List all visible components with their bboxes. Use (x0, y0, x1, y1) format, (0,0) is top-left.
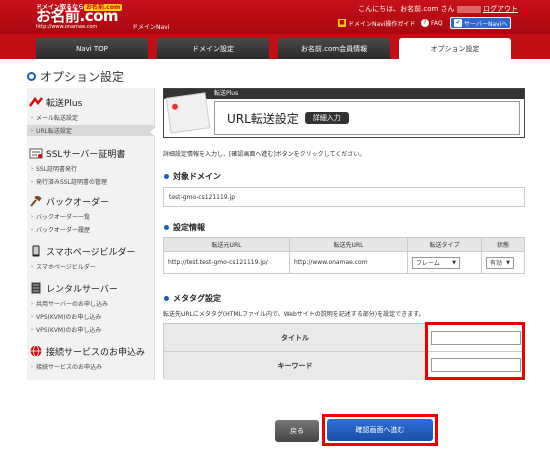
book-icon: ■ (338, 19, 346, 27)
arrow-right-icon: › (31, 363, 33, 370)
sidebar-section-rental-server[interactable]: レンタルサーバー (27, 280, 155, 296)
transfer-type-cell: フレーム ▼ (407, 251, 482, 274)
banner-title-box: URL転送設定 詳細入力 (214, 101, 520, 135)
col-dest-url: 転送先URL (289, 237, 408, 252)
masked-username (456, 5, 481, 13)
arrow-right-icon: › (31, 300, 33, 307)
arrow-right-icon: › (31, 213, 33, 220)
confirm-button[interactable]: 確認画面へ進む (327, 419, 433, 441)
section-title-domain: 対象ドメイン (164, 171, 221, 182)
server-navi-button[interactable]: ✔ サーバーNaviへ (450, 17, 512, 29)
table-row: http://test.test-gmo-cs121119.jp/ http:/… (163, 251, 525, 274)
bullet-icon (164, 296, 169, 301)
meta-title-label: タイトル (164, 324, 426, 352)
arrow-right-icon: › (31, 127, 33, 134)
section-title-settings: 設定情報 (164, 222, 205, 233)
logout-link[interactable]: ログアウト (483, 5, 518, 13)
app-name: ドメインNavi (132, 24, 170, 31)
intro-text: 詳細設定情報を入力し、[確認画面へ進む]ボタンをクリックしてください。 (163, 151, 366, 158)
user-greeting: こんにちは、お名前.com さん ログアウト (358, 5, 518, 13)
gavel-icon (29, 195, 43, 207)
bullet-icon (164, 225, 169, 230)
logo-url: http://www.onamae.com (36, 24, 98, 30)
logo[interactable]: お名前.com (36, 8, 119, 24)
sidebar-item-vps-1[interactable]: › VPS(KVM)のお申し込み (31, 311, 155, 322)
meta-keyword-label: キーワード (164, 352, 426, 380)
col-status: 状態 (481, 237, 525, 252)
arrow-right-icon: › (31, 263, 33, 270)
transfer-arrow-icon (29, 97, 43, 107)
main-nav: Navi TOP ドメイン設定 お名前.com会員情報 オプション設定 (0, 34, 550, 59)
transfer-type-select[interactable]: フレーム ▼ (412, 256, 460, 269)
section-title-meta: メタタグ設定 (164, 293, 221, 304)
sidebar-item-shared-server[interactable]: › 共用サーバーのお申し込み (31, 298, 155, 309)
arrow-right-icon: › (31, 178, 33, 185)
site-header: ドメイン取るなら お名前.com お名前.com http://www.onama… (0, 0, 550, 34)
sidebar-item-ssl-manage[interactable]: › 発行済みSSL証明書の管理 (31, 176, 155, 187)
sidebar-section-backorder[interactable]: バックオーダー (27, 193, 155, 209)
faq-button[interactable]: ? FAQ (418, 17, 446, 29)
feature-banner: 転送Plus URL転送設定 詳細入力 (163, 88, 525, 138)
dest-url-cell: http://www.onamae.com (289, 251, 408, 274)
sidebar-item-ssl-issue[interactable]: › SSL証明書発行 (31, 163, 155, 174)
banner-head: 転送Plus (164, 89, 524, 99)
tab-member-info[interactable]: お名前.com会員情報 (278, 38, 390, 59)
question-icon: ? (421, 19, 429, 27)
smartphone-icon (29, 245, 43, 257)
page-title: オプション設定 (27, 68, 124, 85)
sidebar-item-mail-forward[interactable]: › メール転送設定 (31, 112, 155, 123)
arrow-right-icon: › (31, 114, 33, 121)
arrow-right-icon: › (31, 313, 33, 320)
globe-icon (29, 345, 43, 357)
sidebar: 転送Plus › メール転送設定 › URL転送設定 SSLサーバー証明書 › SSL… (27, 88, 155, 380)
sidebar-item-connection-service[interactable]: › 接続サービスのお申込み (31, 361, 155, 372)
bullet-icon (164, 174, 169, 179)
sidebar-item-backorder-history[interactable]: › バックオーダー履歴 (31, 224, 155, 235)
sidebar-section-ssl[interactable]: SSLサーバー証明書 (27, 145, 155, 161)
guide-button[interactable]: ■ ドメインNavi操作ガイド (335, 17, 418, 29)
meta-title-input[interactable] (431, 331, 521, 345)
chevron-down-icon: ▼ (506, 259, 510, 266)
sidebar-item-url-forward[interactable]: › URL転送設定 (27, 125, 155, 136)
source-url-cell: http://test.test-gmo-cs121119.jp/ (163, 251, 290, 274)
arrow-right-icon: › (31, 226, 33, 233)
sidebar-section-smartphone-builder[interactable]: スマホページビルダー (27, 243, 155, 259)
status-select[interactable]: 有効 ▼ (486, 256, 514, 269)
settings-table: 転送元URL 転送先URL 転送タイプ 状態 http://test.test-… (163, 237, 525, 274)
banner-title: URL転送設定 (227, 111, 299, 126)
sidebar-item-smartphone-builder[interactable]: › スマホページビルダー (31, 261, 155, 272)
sidebar-item-backorder-list[interactable]: › バックオーダー一覧 (31, 211, 155, 222)
arrow-right-icon: › (31, 326, 33, 333)
active-pointer (150, 127, 156, 137)
tab-navi-top[interactable]: Navi TOP (36, 38, 148, 59)
tab-option-settings[interactable]: オプション設定 (399, 38, 511, 59)
step-badge: 詳細入力 (304, 112, 349, 124)
sidebar-item-vps-2[interactable]: › VPS(KVM)のお申し込み (31, 324, 155, 335)
memo-illustration-icon (165, 92, 211, 134)
server-icon (29, 282, 43, 294)
col-transfer-type: 転送タイプ (407, 237, 482, 252)
sidebar-section-transfer-plus[interactable]: 転送Plus (27, 94, 155, 110)
status-cell: 有効 ▼ (481, 251, 525, 274)
certificate-icon (29, 148, 43, 158)
meta-description: 転送先URLにメタタグ(HTMLファイル内で、Webサイトの説明を記述する部分)… (163, 311, 425, 318)
sidebar-section-connection-service[interactable]: 接続サービスのお申込み (27, 343, 155, 359)
target-domain-value: test-gmo-cs121119.jp (163, 187, 525, 207)
tab-domain-settings[interactable]: ドメイン設定 (157, 38, 269, 59)
check-icon: ✔ (454, 19, 462, 27)
back-button[interactable]: 戻る (275, 420, 319, 442)
arrow-right-icon: › (31, 165, 33, 172)
circle-icon (27, 72, 36, 81)
meta-keyword-input[interactable] (431, 358, 521, 372)
col-source-url: 転送元URL (163, 237, 290, 252)
chevron-down-icon: ▼ (452, 259, 456, 266)
